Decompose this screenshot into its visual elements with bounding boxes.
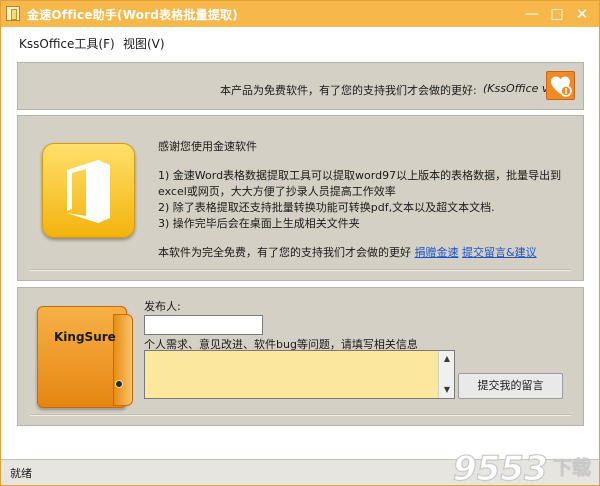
- close-button[interactable]: ✕: [570, 4, 594, 24]
- greeting-text: 感谢您使用金速软件: [158, 140, 257, 153]
- submit-feedback-button[interactable]: 提交我的留言: [458, 373, 563, 399]
- info-line-3: 2) 除了表格提取还支持批量转换功能可转换pdf,文本以及超文本文档.: [158, 201, 495, 214]
- watermark-logo: 9553 下载: [450, 447, 600, 486]
- minimize-button[interactable]: —: [520, 4, 544, 24]
- window-title: 金速Office助手(Word表格批量提取): [27, 8, 238, 22]
- donate-link[interactable]: 捐赠金速: [415, 246, 459, 259]
- publisher-label: 发布人:: [144, 300, 181, 313]
- title-bar[interactable]: 金速Office助手(Word表格批量提取) — □ ✕: [1, 1, 599, 27]
- menu-view[interactable]: 视图(V): [123, 35, 165, 52]
- scroll-up-icon[interactable]: ▲: [442, 354, 452, 364]
- app-icon: [6, 6, 20, 21]
- free-software-text: 本软件为完全免费，有了您的支持我们才会做的更好: [158, 246, 411, 259]
- svg-text:9553: 9553: [453, 449, 548, 486]
- publisher-input[interactable]: [144, 315, 263, 335]
- support-text: 本产品为免费软件，有了您的支持我们才会做的更好:: [220, 84, 477, 97]
- message-scrollbar[interactable]: ▲ ▼: [438, 351, 454, 398]
- maximize-button[interactable]: □: [545, 4, 569, 24]
- app-window: 金速Office助手(Word表格批量提取) — □ ✕ KssOffice工具…: [0, 0, 600, 486]
- info-footer: 本软件为完全免费，有了您的支持我们才会做的更好 捐赠金速 提交留言&建议: [158, 244, 537, 260]
- kingsure-brand: KingSure: [54, 330, 116, 344]
- status-text: 就绪: [10, 467, 32, 480]
- scroll-down-icon[interactable]: ▼: [442, 385, 452, 395]
- support-panel: 本产品为免费软件，有了您的支持我们才会做的更好: (KssOffice v1.0…: [17, 62, 584, 110]
- info-line-4: 3) 操作完毕后会在桌面上生成相关文件夹: [158, 217, 360, 230]
- info-line-1: 1) 金速Word表格数据提取工具可以提取word97以上版本的表格数据，批量导…: [158, 169, 562, 182]
- menu-bar: KssOffice工具(F) 视图(V): [1, 27, 599, 57]
- kingsure-folder-icon: KingSure: [37, 306, 133, 409]
- office-logo-icon: [42, 143, 135, 238]
- feedback-link[interactable]: 提交留言&建议: [462, 246, 537, 259]
- message-textarea[interactable]: ▲ ▼: [144, 350, 455, 399]
- svg-text:下载: 下载: [553, 456, 591, 479]
- info-line-2: excel或网页，大大方便了抄录人员提高工作效率: [158, 185, 396, 198]
- heart-icon[interactable]: [546, 71, 575, 100]
- menu-kssoffice-tools[interactable]: KssOffice工具(F): [19, 35, 115, 52]
